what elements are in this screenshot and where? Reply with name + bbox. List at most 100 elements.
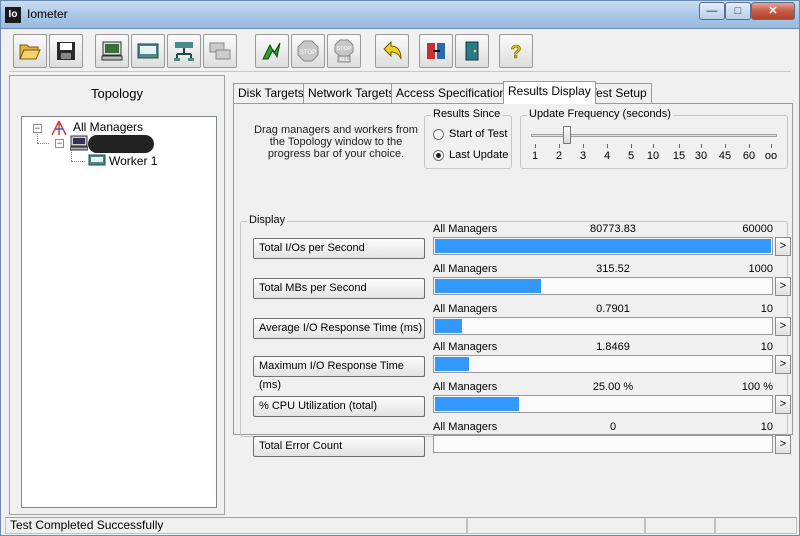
frequency-tick-label: 30 [694,150,708,162]
metric-value: 25.00 % [592,381,634,393]
metric-arrow-button[interactable]: > [775,237,791,256]
metric-arrow-button[interactable]: > [775,317,791,336]
metric-value: 80773.83 [590,223,636,235]
stop-all-button[interactable]: STOP ALL [327,34,361,68]
green-flag-icon [262,42,281,60]
stop-sign-icon: STOP [297,40,319,62]
metric-progress-bar[interactable] [433,355,773,373]
metric-max: 60000 [742,223,773,235]
about-button[interactable]: ? [499,34,533,68]
metric-max: 1000 [748,263,773,275]
last-update-radio[interactable]: Last Update [433,149,508,161]
metric-select-button[interactable]: Average I/O Response Time (ms) [253,318,425,339]
all-managers-icon [51,120,67,136]
metric-progress-bar[interactable] [433,435,773,453]
metric-arrow-button[interactable]: > [775,395,791,414]
metric-manager: All Managers [433,223,498,235]
results-since-group: Results Since Start of Test Last Update [424,108,512,169]
metric-manager: All Managers [433,341,498,353]
status-pane-2 [467,517,645,534]
metric-value: 1.8469 [596,341,630,353]
metric-value: 0.7901 [596,303,630,315]
frequency-tick [607,144,608,148]
duplicate-worker-button[interactable] [203,34,237,68]
frequency-tick-label: 45 [718,150,732,162]
update-frequency-slider-thumb[interactable] [563,126,571,144]
stop-label: STOP [300,50,316,56]
frequency-tick [559,144,560,148]
metric-arrow-button[interactable]: > [775,355,791,374]
metric-manager: All Managers [433,421,498,433]
start-of-test-radio[interactable]: Start of Test [433,128,508,140]
stop-all-sublabel: ALL [340,57,349,63]
frequency-tick-label: 10 [646,150,660,162]
title-bar[interactable]: Io Iometer — □ ✕ [1,1,799,29]
all-managers-node[interactable]: All Managers [73,120,143,134]
frequency-tick [653,144,654,148]
reset-workers-button[interactable] [375,34,409,68]
frequency-tick-label: oo [764,150,778,162]
topology-panel: Topology − All Managers − Worker 1 [9,75,225,515]
maximize-button[interactable]: □ [725,2,751,20]
new-network-worker-button[interactable] [167,34,201,68]
start-of-test-radio-circle[interactable] [433,128,444,140]
display-label: Display [247,214,288,226]
metric-progress-fill [435,357,469,371]
exit-door-button[interactable] [455,34,489,68]
manager-expander[interactable]: − [55,139,64,148]
close-button[interactable]: ✕ [751,2,795,20]
metric-progress-bar[interactable] [433,277,773,295]
metric-max: 10 [760,303,773,315]
worker-1-node[interactable]: Worker 1 [109,154,157,168]
root-expander[interactable]: − [33,124,42,133]
metric-progress-bar[interactable] [433,395,773,413]
start-tests-button[interactable] [255,34,289,68]
save-config-button[interactable] [49,34,83,68]
tab-disk-targets[interactable]: Disk Targets [233,83,309,103]
frequency-tick [583,144,584,148]
computer-icon [101,41,123,61]
new-manager-button[interactable] [95,34,129,68]
tab-access-specifications[interactable]: Access Specifications [391,83,518,103]
minimize-button[interactable]: — [699,2,725,20]
tab-results-display[interactable]: Results Display [503,81,596,104]
reset-arrow-icon [383,40,402,60]
metric-arrow-button[interactable]: > [775,277,791,296]
metric-progress-bar[interactable] [433,317,773,335]
exit-button[interactable] [419,34,453,68]
frequency-tick-label: 60 [742,150,756,162]
frequency-tick-label: 3 [579,150,587,162]
frequency-tick [771,144,772,148]
start-of-test-label: Start of Test [449,128,508,140]
frequency-tick [679,144,680,148]
frequency-tick [749,144,750,148]
metric-select-button[interactable]: % CPU Utilization (total) [253,396,425,417]
metric-select-button[interactable]: Total MBs per Second [253,278,425,299]
door-icon [465,41,479,61]
metric-progress-bar[interactable] [433,237,773,255]
help-glyph: ? [511,42,522,62]
network-worker-icon [174,42,194,61]
frequency-tick [535,144,536,148]
metric-select-button[interactable]: Total I/Os per Second [253,238,425,259]
metric-max: 10 [760,421,773,433]
last-update-label: Last Update [449,149,509,161]
status-pane-4 [715,517,797,534]
tab-network-targets[interactable]: Network Targets [303,83,400,103]
open-config-button[interactable] [13,34,47,68]
metric-select-button[interactable]: Maximum I/O Response Time (ms) [253,356,425,391]
frequency-tick [725,144,726,148]
topology-tree[interactable]: − All Managers − Worker 1 [21,116,217,508]
manager-computer-icon [70,135,88,151]
frequency-tick [631,144,632,148]
iometer-window: Io Iometer — □ ✕ STOP STOP ALL ? Topolog… [0,0,800,536]
frequency-tick-label: 15 [672,150,686,162]
metric-arrow-button[interactable]: > [775,435,791,454]
new-worker-button[interactable] [131,34,165,68]
folder-open-icon [19,44,41,60]
results-since-label: Results Since [431,108,503,120]
last-update-radio-circle[interactable] [433,149,444,161]
metric-select-button[interactable]: Total Error Count [253,436,425,457]
redacted-manager-name[interactable] [88,135,154,153]
stop-button[interactable]: STOP [291,34,325,68]
